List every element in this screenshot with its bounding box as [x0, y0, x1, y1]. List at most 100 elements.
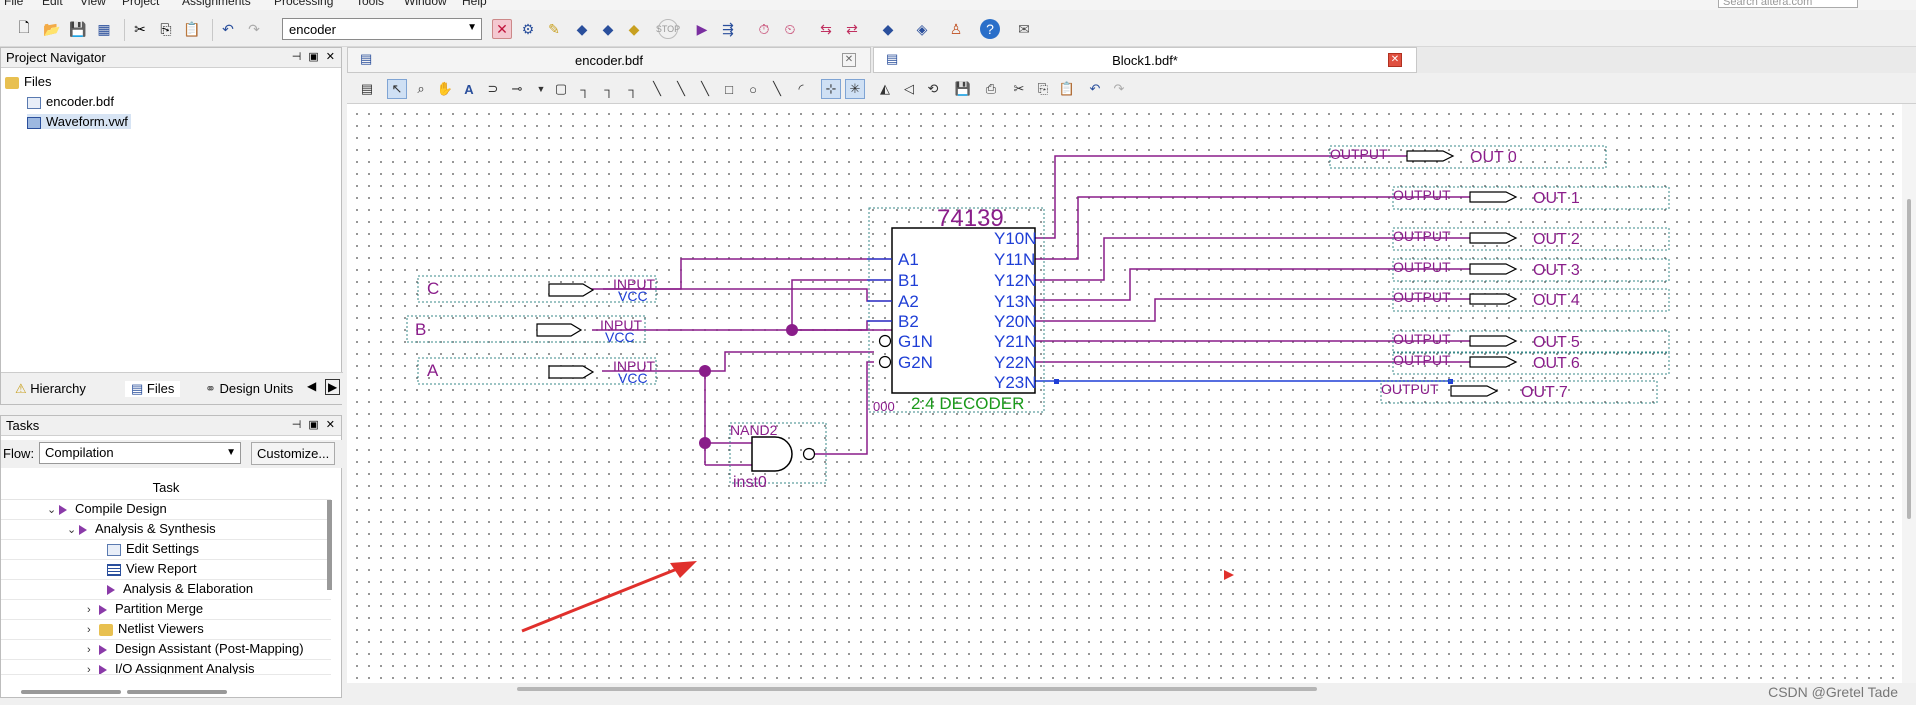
diagonal-bus-icon[interactable]: ╲ [671, 79, 691, 99]
fitter-icon[interactable]: ◆ [624, 19, 644, 39]
analysis-synthesis-icon[interactable]: ⇶ [718, 19, 738, 39]
output-pin-5[interactable]: OUTPUT OUT 5 [1392, 330, 1670, 354]
menu-file[interactable]: File [4, 0, 23, 8]
menu-window[interactable]: Window [404, 0, 447, 8]
save-icon[interactable]: 💾 [68, 19, 88, 39]
assignment-editor-icon[interactable]: ✎ [544, 19, 564, 39]
redo-icon[interactable]: ↷ [1109, 79, 1129, 99]
task-compile-design[interactable]: ⌄ Compile Design [1, 501, 331, 520]
task-analysis-synthesis[interactable]: ⌄ Analysis & Synthesis [1, 521, 331, 540]
new-file-icon[interactable]: 🗋 [14, 19, 34, 39]
task-edit-settings[interactable]: Edit Settings [1, 541, 331, 560]
print-icon[interactable]: ⎙ [981, 79, 1001, 99]
hand-tool-icon[interactable]: ✋ [435, 79, 455, 99]
tab-scroll-left-icon[interactable]: ◀ [307, 379, 316, 393]
line-tool-icon[interactable]: ╲ [767, 79, 787, 99]
block-tool-icon[interactable]: ▢ [551, 79, 571, 99]
tree-root-files[interactable]: Files [5, 74, 51, 89]
close-icon[interactable]: ✕ [842, 53, 856, 67]
pin-planner-icon[interactable]: ⚙ [518, 19, 538, 39]
close-icon[interactable]: ✕ [1388, 53, 1402, 67]
diagonal-node-icon[interactable]: ╲ [647, 79, 667, 99]
tasks-hscrollbar[interactable] [21, 690, 121, 694]
tab-hierarchy[interactable]: ⚠ Hierarchy [15, 381, 86, 397]
redo-icon[interactable]: ↷ [244, 19, 264, 39]
task-partition-merge[interactable]: › Partition Merge [1, 601, 331, 620]
compile-settings-icon[interactable]: ✕ [492, 19, 512, 39]
undo-icon[interactable]: ↶ [218, 19, 238, 39]
open-folder-icon[interactable]: 📂 [42, 19, 62, 39]
output-pin-0[interactable]: OUTPUT OUT 0 [1329, 145, 1607, 169]
decoder-74139[interactable]: 74139 A1 B1 A2 B2 G1N G2N Y10N Y11N Y12N… [867, 205, 1045, 414]
start-compilation-icon[interactable]: ▶ [692, 19, 712, 39]
menu-view[interactable]: View [80, 0, 106, 8]
synthesis-icon[interactable]: ◆ [598, 19, 618, 39]
pin-dropdown-icon[interactable]: ▼ [531, 79, 551, 99]
panel-controls-icon[interactable]: ⊣ ▣ ✕ [292, 50, 337, 63]
programmer-icon[interactable]: ◆ [878, 19, 898, 39]
pin-tool-icon[interactable]: ⊸ [507, 79, 527, 99]
panel-controls-icon[interactable]: ⊣ ▣ ✕ [292, 418, 337, 431]
rectangle-tool-icon[interactable]: □ [719, 79, 739, 99]
orthogonal-node-icon[interactable]: ┐ [575, 79, 595, 99]
paste-icon[interactable]: 📋 [182, 19, 202, 39]
horizontal-scroll-thumb[interactable] [517, 687, 1317, 691]
cut-icon[interactable]: ✂ [1009, 79, 1029, 99]
tab-block1-bdf[interactable]: ▤ Block1.bdf* ✕ [873, 47, 1417, 73]
menu-help[interactable]: Help [462, 0, 487, 8]
output-pin-1[interactable]: OUTPUT OUT 1 [1392, 186, 1670, 210]
input-pin-a[interactable]: A INPUT VCC [417, 357, 657, 386]
tab-design-units[interactable]: ⚭ Design Units [205, 381, 293, 397]
zoom-icon[interactable]: ⌕ [411, 79, 431, 99]
search-input[interactable]: Search altera.com [1718, 0, 1858, 8]
menu-edit[interactable]: Edit [42, 0, 63, 8]
orthogonal-bus-icon[interactable]: ┐ [599, 79, 619, 99]
netlist-viewer-icon[interactable]: ⇆ [816, 19, 836, 39]
paste-icon[interactable]: 📋 [1057, 79, 1077, 99]
task-design-assistant[interactable]: › Design Assistant (Post-Mapping) [1, 641, 331, 660]
schematic-canvas[interactable]: C INPUT VCC B INPUT VCC A INPUT VCC 7413… [347, 104, 1916, 683]
analysis-icon[interactable]: ◆ [572, 19, 592, 39]
task-column-header[interactable]: Task [1, 474, 331, 500]
vertical-scrollbar[interactable] [1902, 104, 1916, 683]
output-pin-7[interactable]: OUTPUT OUT 7 [1380, 380, 1658, 404]
vertical-scroll-thumb[interactable] [1907, 199, 1911, 519]
input-pin-b[interactable]: B INPUT VCC [406, 315, 646, 345]
output-pin-6[interactable]: OUTPUT OUT 6 [1392, 351, 1670, 375]
rotate-icon[interactable]: ⟲ [923, 79, 943, 99]
horizontal-scrollbar[interactable] [347, 683, 1916, 697]
symbol-tool-icon[interactable]: ⊃ [483, 79, 503, 99]
output-pin-3[interactable]: OUTPUT OUT 3 [1392, 258, 1670, 282]
copy-icon[interactable]: ⎘ [156, 19, 176, 39]
timing-analyzer-icon[interactable]: ⏱ [754, 19, 774, 39]
flow-select[interactable]: Compilation ▼ [39, 442, 241, 464]
output-pin-2[interactable]: OUTPUT OUT 2 [1392, 227, 1670, 251]
device-icon[interactable]: ◈ [912, 19, 932, 39]
save-all-icon[interactable]: ▦ [94, 19, 114, 39]
diagonal-conduit-icon[interactable]: ╲ [695, 79, 715, 99]
ellipse-tool-icon[interactable]: ○ [743, 79, 763, 99]
entity-select[interactable]: encoder ▼ [282, 18, 482, 40]
help-icon[interactable]: ? [980, 19, 1000, 39]
selection-tool-icon[interactable]: ↖ [387, 79, 407, 99]
feedback-icon[interactable]: ✉ [1014, 19, 1034, 39]
flip-vertical-icon[interactable]: ◁ [899, 79, 919, 99]
tcl-icon[interactable]: ♙ [946, 19, 966, 39]
orthogonal-conduit-icon[interactable]: ┐ [623, 79, 643, 99]
flip-horizontal-icon[interactable]: ◭ [875, 79, 895, 99]
nand2-gate[interactable]: NAND2 inst0 [729, 422, 827, 491]
stop-icon[interactable]: STOP [656, 19, 680, 39]
menu-tools[interactable]: Tools [356, 0, 384, 8]
tasks-scrollbar[interactable] [327, 500, 332, 590]
tree-file-encoder[interactable]: encoder.bdf [27, 94, 114, 109]
chip-planner-icon[interactable]: ⇄ [842, 19, 862, 39]
text-tool-icon[interactable]: A [459, 79, 479, 99]
tab-files[interactable]: ▤ Files [125, 381, 181, 397]
arc-tool-icon[interactable]: ◜ [791, 79, 811, 99]
menu-project[interactable]: Project [122, 0, 159, 8]
partial-line-select-icon[interactable]: ⊹ [821, 79, 841, 99]
task-analysis-elaboration[interactable]: Analysis & Elaboration [1, 581, 331, 600]
task-io-assignment[interactable]: › I/O Assignment Analysis [1, 661, 331, 675]
menu-assignments[interactable]: Assignments [182, 0, 251, 8]
rubberbanding-icon[interactable]: ✳ [845, 79, 865, 99]
